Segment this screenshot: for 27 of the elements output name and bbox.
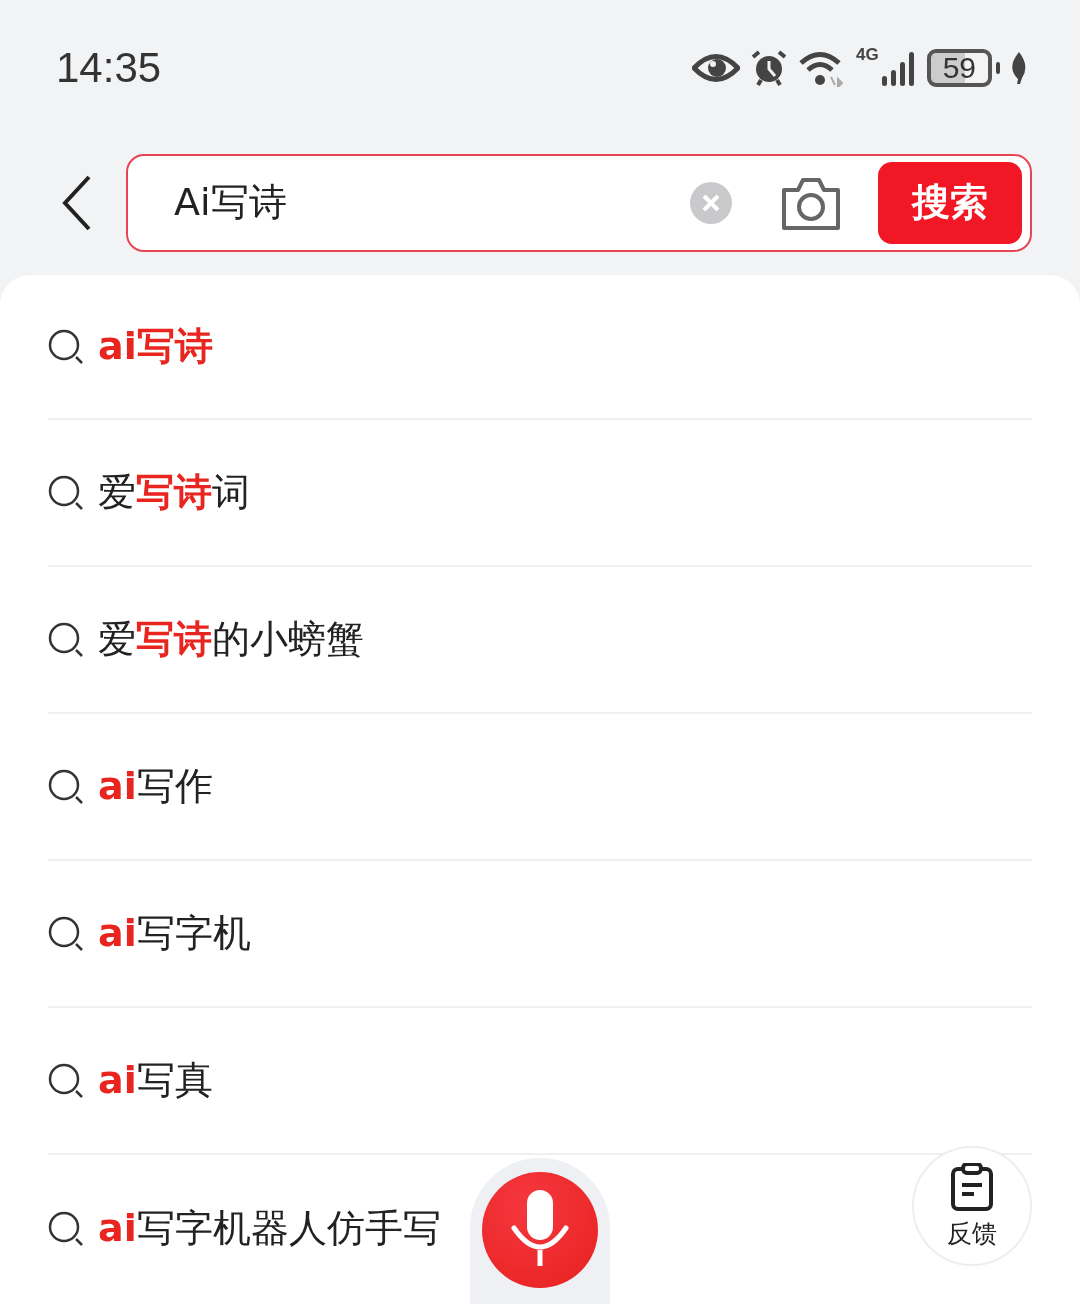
leaf-icon <box>1010 51 1028 84</box>
battery-tip-icon <box>996 61 1000 74</box>
suggestion-item[interactable]: ai写字机 <box>98 908 251 959</box>
search-icon <box>48 1210 84 1247</box>
search-icon <box>48 768 84 805</box>
search-icon <box>48 474 84 511</box>
search-icon <box>48 1062 84 1099</box>
search-icon <box>48 915 84 952</box>
eye-icon <box>691 52 740 83</box>
back-icon[interactable] <box>62 174 92 231</box>
search-field[interactable]: Ai写诗 搜索 <box>126 153 1032 252</box>
search-icon <box>48 328 84 365</box>
status-time: 14:35 <box>56 43 162 92</box>
suggestion-item[interactable]: 爱写诗的小螃蟹 <box>98 614 364 665</box>
signal-icon <box>880 49 917 86</box>
network-label: 4G <box>855 44 879 65</box>
alarm-icon <box>749 48 788 87</box>
suggestion-item[interactable]: ai写字机器人仿手写 <box>98 1203 441 1254</box>
suggestion-item[interactable]: 爱写诗词 <box>98 467 250 518</box>
battery-indicator: 59 <box>926 48 992 87</box>
suggestion-item[interactable]: ai写诗 <box>98 321 213 372</box>
search-icon <box>48 621 84 658</box>
clipboard-icon <box>950 1162 994 1211</box>
search-button[interactable]: 搜索 <box>878 161 1022 244</box>
search-input[interactable]: Ai写诗 <box>174 177 690 228</box>
suggestion-item[interactable]: ai写作 <box>98 761 213 812</box>
suggestion-item[interactable]: ai写真 <box>98 1055 213 1106</box>
